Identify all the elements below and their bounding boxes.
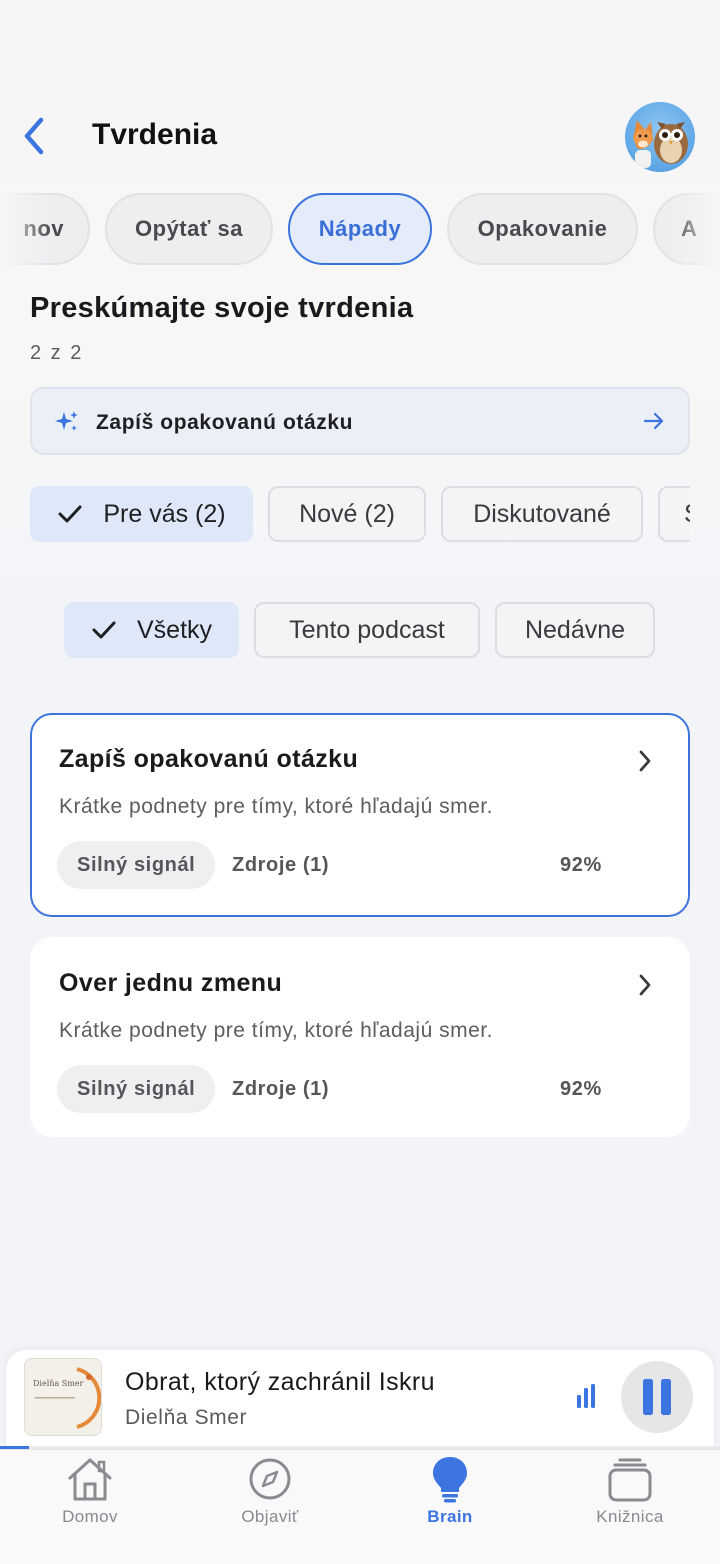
- home-icon: [0, 1456, 180, 1502]
- checkmark-icon: [57, 503, 83, 525]
- chevron-left-icon: [24, 117, 44, 155]
- sources-count[interactable]: Zdroje (1): [232, 1078, 329, 1101]
- tab-napady[interactable]: Nápady: [288, 193, 432, 265]
- checkmark-icon: [91, 619, 117, 641]
- tab-label: Nápady: [318, 216, 402, 241]
- chip-label: Všetky: [136, 615, 213, 644]
- page-title: Tvrdenia: [92, 118, 218, 151]
- nav-label: Brain: [427, 1507, 473, 1526]
- card-description: Krátke podnety pre tímy, ktoré hľadajú s…: [59, 795, 493, 818]
- confidence-score: 92%: [560, 854, 602, 876]
- bottom-navigation: Domov Objaviť Brain Knižnica: [0, 1449, 720, 1564]
- tab-opakovanie[interactable]: Opakovanie: [447, 193, 638, 265]
- avatar[interactable]: [625, 102, 695, 172]
- fox-owl-avatar-icon: [633, 120, 688, 168]
- chip-label: Tento podcast: [289, 615, 445, 644]
- result-count: 2 z 2: [30, 342, 84, 364]
- claim-card[interactable]: Zapíš opakovanú otázku Krátke podnety pr…: [30, 713, 690, 917]
- library-icon: [540, 1456, 720, 1502]
- filter-pre-vas[interactable]: Pre vás (2): [30, 486, 253, 542]
- pause-icon: [643, 1379, 671, 1415]
- scope-nedavne[interactable]: Nedávne: [495, 602, 655, 658]
- scope-vsetky[interactable]: Všetky: [64, 602, 239, 658]
- tab-opytat-sa[interactable]: Opýtať sa: [105, 193, 273, 265]
- fade-overlay: [670, 193, 720, 265]
- chip-label: Nové (2): [299, 499, 395, 528]
- nav-label: Knižnica: [596, 1507, 664, 1526]
- back-button[interactable]: [14, 114, 54, 158]
- tab-bar: nov Opýtať sa Nápady Opakovanie A: [0, 193, 720, 265]
- sparkle-icon: [54, 409, 80, 440]
- mini-player[interactable]: Dielňa Smer Obrat, ktorý zachránil Iskru…: [6, 1350, 714, 1448]
- card-title: Zapíš opakovanú otázku: [59, 745, 359, 773]
- section-title: Preskúmajte svoje tvrdenia: [30, 292, 414, 324]
- nav-brain[interactable]: Brain: [360, 1450, 540, 1540]
- nav-objavit[interactable]: Objaviť: [180, 1450, 360, 1540]
- chip-label: Diskutované: [473, 499, 611, 528]
- chevron-right-icon: [638, 973, 652, 1002]
- card-description: Krátke podnety pre tímy, ktoré hľadajú s…: [59, 1019, 493, 1042]
- nav-label: Domov: [62, 1507, 118, 1526]
- write-question-button[interactable]: Zapíš opakovanú otázku: [30, 387, 690, 455]
- filter-diskutovane[interactable]: Diskutované: [441, 486, 643, 542]
- confidence-score: 92%: [560, 1078, 602, 1100]
- cover-art-icon: [35, 1367, 101, 1429]
- chip-label: Pre vás (2): [103, 499, 226, 528]
- cover-title: Dielňa Smer: [33, 1379, 84, 1388]
- lightbulb-icon: [360, 1456, 540, 1503]
- filter-nove[interactable]: Nové (2): [268, 486, 426, 542]
- chip-label: S: [684, 500, 690, 529]
- scope-tento-podcast[interactable]: Tento podcast: [254, 602, 480, 658]
- compass-icon: [180, 1456, 360, 1502]
- equalizer-icon: [577, 1384, 597, 1413]
- now-playing-artist: Dielňa Smer: [125, 1406, 248, 1429]
- chip-label: Nedávne: [524, 615, 626, 644]
- tab-label: Opakovanie: [477, 216, 608, 241]
- fade-overlay: [0, 193, 50, 265]
- filter-chips: Pre vás (2) Nové (2) Diskutované S: [30, 486, 690, 542]
- arrow-right-icon: [642, 409, 666, 438]
- nav-domov[interactable]: Domov: [0, 1450, 180, 1540]
- card-title: Over jednu zmenu: [59, 969, 283, 997]
- signal-badge: Silný signál: [57, 841, 216, 889]
- cta-label: Zapíš opakovanú otázku: [96, 411, 354, 434]
- pause-button[interactable]: [621, 1361, 693, 1433]
- nav-kniznica[interactable]: Knižnica: [540, 1450, 720, 1540]
- sources-count[interactable]: Zdroje (1): [232, 854, 329, 877]
- scope-chips: Všetky Tento podcast Nedávne: [0, 602, 720, 658]
- now-playing-title: Obrat, ktorý zachránil Iskru: [125, 1368, 435, 1396]
- filter-more[interactable]: S: [658, 486, 690, 542]
- header: Tvrdenia: [0, 100, 720, 176]
- tab-label: Opýtať sa: [135, 216, 243, 241]
- claim-card[interactable]: Over jednu zmenu Krátke podnety pre tímy…: [30, 937, 690, 1137]
- signal-badge: Silný signál: [57, 1065, 216, 1113]
- nav-label: Objaviť: [241, 1507, 299, 1526]
- podcast-cover: Dielňa Smer: [24, 1358, 102, 1436]
- chevron-right-icon: [638, 749, 652, 778]
